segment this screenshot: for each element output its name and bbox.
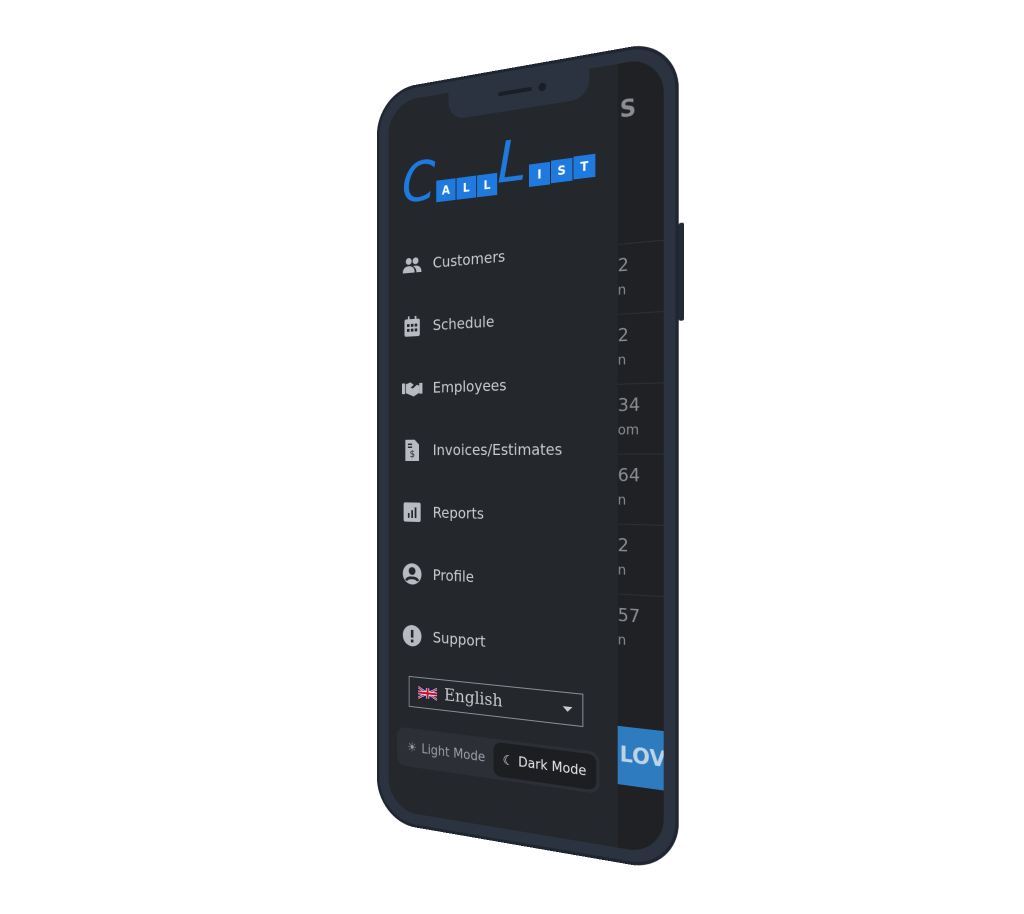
users-icon bbox=[402, 252, 422, 277]
row-sub: n bbox=[618, 563, 626, 579]
logo-tile: A bbox=[436, 178, 455, 202]
table-row[interactable]: 64 n bbox=[618, 454, 664, 526]
uk-flag-icon bbox=[418, 686, 437, 702]
logo-tile: T bbox=[573, 154, 595, 180]
phone-mockup: S 2n 2n 34 om 64 n 2n 57 n LOV C A L L L I … bbox=[340, 60, 700, 860]
chevron-down-icon bbox=[563, 706, 573, 712]
row-sub: n bbox=[618, 282, 626, 299]
sidebar-item-label: Profile bbox=[433, 566, 474, 586]
sidebar-drawer: C A L L L I S T Customers Schedule Emplo… bbox=[389, 64, 618, 848]
invoice-icon: $ bbox=[402, 439, 422, 462]
exclamation-circle-icon bbox=[402, 623, 422, 648]
table-row[interactable]: 57 n bbox=[618, 593, 664, 668]
sidebar-menu: Customers Schedule Employees $ Invoices/… bbox=[402, 212, 618, 686]
light-mode-button[interactable]: ☀ Light Mode bbox=[399, 730, 493, 776]
row-number: 64 bbox=[618, 465, 640, 486]
user-circle-icon bbox=[402, 562, 422, 586]
sidebar-item-reports[interactable]: Reports bbox=[402, 481, 618, 551]
logo-tile: I bbox=[529, 162, 550, 187]
logo-tile: L bbox=[456, 176, 476, 200]
sidebar-item-employees[interactable]: Employees bbox=[402, 348, 618, 420]
table-row[interactable]: 2n bbox=[618, 240, 664, 315]
row-number: 34 bbox=[618, 395, 640, 417]
sidebar-item-label: Reports bbox=[433, 504, 484, 523]
table-row[interactable]: 34 om bbox=[618, 382, 664, 454]
chart-icon bbox=[402, 500, 422, 524]
row-sub: n bbox=[618, 633, 626, 650]
background-page: S 2n 2n 34 om 64 n 2n 57 n LOV bbox=[618, 56, 664, 855]
svg-text:$: $ bbox=[410, 449, 415, 460]
theme-toggle: ☀ Light Mode ☾ Dark Mode bbox=[397, 726, 599, 794]
sidebar-item-label: Support bbox=[433, 629, 486, 651]
logo-tile: S bbox=[551, 158, 572, 183]
sidebar-item-support[interactable]: Support bbox=[402, 604, 618, 687]
calendar-icon bbox=[402, 314, 422, 338]
sidebar-item-invoices-estimates[interactable]: $ Invoices/Estimates bbox=[402, 416, 618, 484]
logo-letter: C bbox=[402, 154, 436, 213]
language-selected-value: English bbox=[444, 685, 502, 711]
sidebar-item-label: Invoices/Estimates bbox=[433, 440, 562, 459]
dark-mode-label: Dark Mode bbox=[518, 754, 586, 779]
sun-icon: ☀ bbox=[407, 740, 417, 756]
language-select[interactable]: English bbox=[409, 676, 584, 727]
row-number: 2 bbox=[618, 255, 629, 277]
background-button[interactable]: LOV bbox=[618, 726, 664, 791]
camera bbox=[538, 82, 546, 91]
phone-side-button bbox=[679, 223, 684, 321]
logo: C A L L L I S T bbox=[402, 125, 606, 212]
row-number: 2 bbox=[618, 325, 629, 347]
sidebar-item-label: Employees bbox=[433, 376, 507, 396]
background-header: S bbox=[620, 95, 636, 124]
sidebar-item-label: Schedule bbox=[433, 313, 495, 335]
moon-icon: ☾ bbox=[503, 752, 514, 769]
table-row[interactable]: 2n bbox=[618, 524, 664, 598]
light-mode-label: Light Mode bbox=[421, 742, 485, 765]
handshake-icon bbox=[402, 377, 422, 401]
row-sub: om bbox=[618, 423, 639, 439]
phone-screen: S 2n 2n 34 om 64 n 2n 57 n LOV C A L L L I … bbox=[389, 56, 664, 855]
row-sub: n bbox=[618, 353, 626, 369]
table-row[interactable]: 2n bbox=[618, 311, 664, 385]
speaker bbox=[498, 87, 532, 97]
sidebar-item-label: Customers bbox=[433, 247, 505, 272]
dark-mode-button[interactable]: ☾ Dark Mode bbox=[493, 742, 596, 791]
logo-letter: L bbox=[497, 132, 526, 193]
phone-frame: S 2n 2n 34 om 64 n 2n 57 n LOV C A L L L I … bbox=[377, 38, 679, 873]
row-number: 57 bbox=[618, 605, 640, 628]
logo-tile: L bbox=[477, 173, 497, 198]
row-sub: n bbox=[618, 493, 626, 509]
row-number: 2 bbox=[618, 535, 629, 557]
